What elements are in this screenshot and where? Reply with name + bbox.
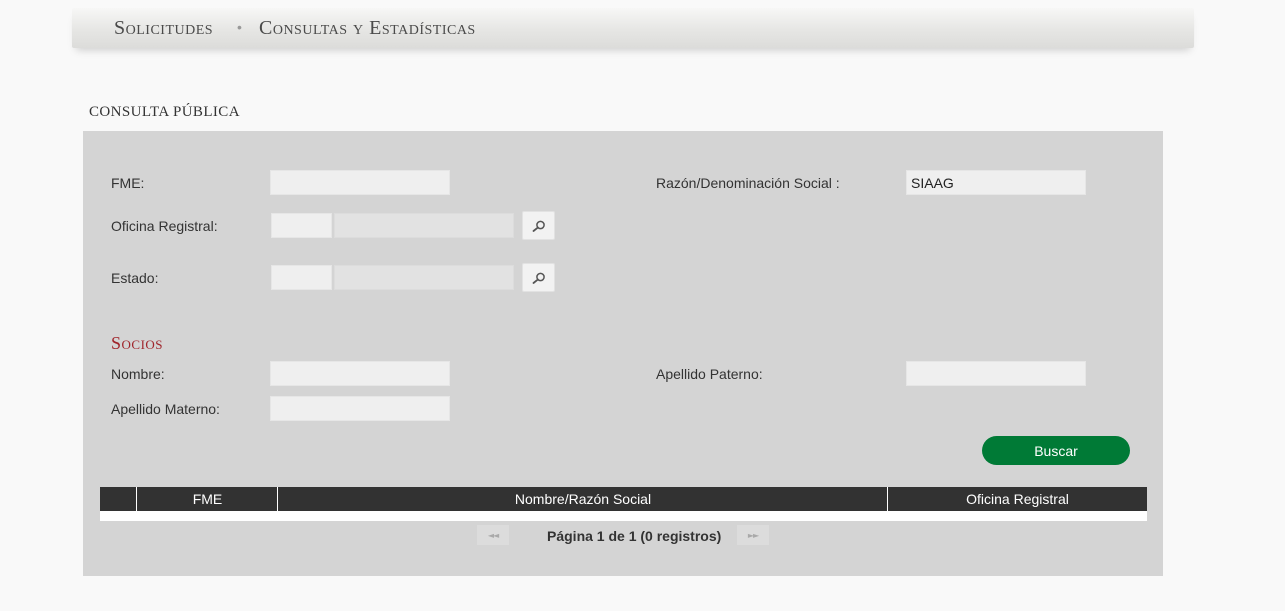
razon-social-input[interactable]: [906, 170, 1086, 195]
column-header-fme[interactable]: FME: [136, 487, 278, 511]
pager-next-button[interactable]: ►►: [737, 525, 769, 545]
pager-first-button[interactable]: ◄◄: [477, 525, 509, 545]
magnifier-icon: [532, 272, 545, 284]
results-table: FME Nombre/Razón Social Oficina Registra…: [100, 487, 1147, 521]
buscar-button[interactable]: Buscar: [982, 436, 1130, 465]
fme-input[interactable]: [270, 170, 450, 195]
top-navigation-bar: Solicitudes • Consultas y Estadísticas: [72, 8, 1194, 48]
pager-status: Página 1 de 1 (0 registros): [547, 528, 722, 544]
column-header-oficina-registral[interactable]: Oficina Registral: [887, 487, 1147, 511]
estado-name-field: [334, 265, 514, 290]
apellido-paterno-label: Apellido Paterno:: [656, 366, 763, 382]
socios-heading: Socios: [111, 333, 164, 353]
nombre-input[interactable]: [270, 361, 450, 386]
apellido-materno-input[interactable]: [270, 396, 450, 421]
nav-separator: •: [237, 19, 242, 35]
estado-code-input[interactable]: [271, 265, 332, 290]
oficina-registral-search-button[interactable]: [522, 211, 555, 240]
nav-item-consultas-estadisticas[interactable]: Consultas y Estadísticas: [259, 17, 476, 40]
search-panel: FME: Razón/Denominación Social : Oficina…: [83, 131, 1163, 576]
table-header: FME Nombre/Razón Social Oficina Registra…: [100, 487, 1147, 511]
magnifier-icon: [532, 220, 545, 232]
column-header-nombre-razon-social[interactable]: Nombre/Razón Social: [277, 487, 888, 511]
razon-social-label: Razón/Denominación Social :: [656, 175, 840, 191]
apellido-materno-label: Apellido Materno:: [111, 401, 220, 417]
apellido-paterno-input[interactable]: [906, 361, 1086, 386]
fme-label: FME:: [111, 175, 145, 191]
oficina-registral-label: Oficina Registral:: [111, 218, 218, 234]
page-title: Consulta Pública: [89, 104, 240, 120]
estado-search-button[interactable]: [522, 263, 555, 292]
nav-item-solicitudes[interactable]: Solicitudes: [114, 17, 213, 40]
oficina-registral-name-field: [334, 213, 514, 238]
nombre-label: Nombre:: [111, 366, 165, 382]
estado-label: Estado:: [111, 270, 159, 286]
oficina-registral-code-input[interactable]: [271, 213, 332, 238]
column-header-select: [100, 487, 137, 511]
